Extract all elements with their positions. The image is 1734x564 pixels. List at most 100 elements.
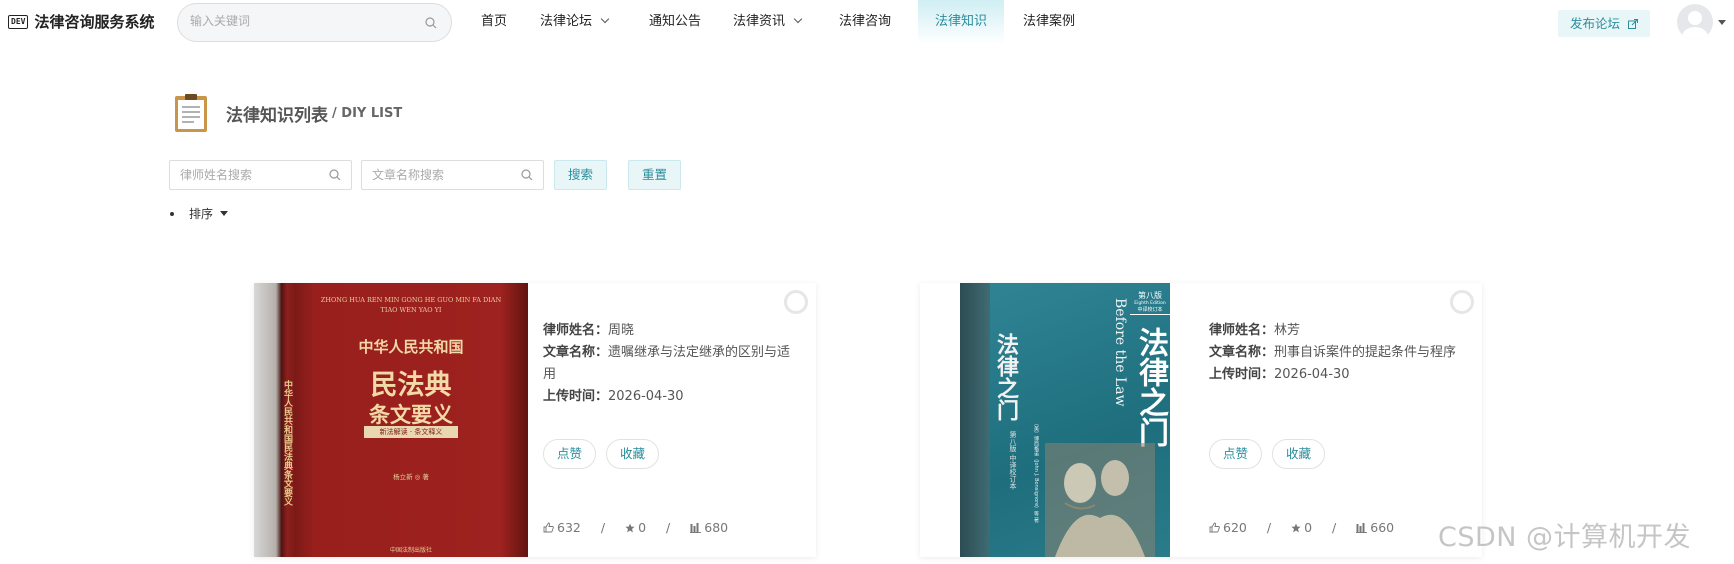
lawyer-name-filter [169,160,352,190]
star-count-value: 0 [638,520,647,535]
search-icon[interactable] [425,17,437,33]
lawyer-name: 周晓 [608,323,635,338]
knowledge-card[interactable]: 中华人民共和国民法典条文要义 ZHONG HUA REN MIN GONG HE… [254,283,816,557]
lawyer-label: 律师姓名： [543,323,609,338]
sort-dropdown[interactable]: 排序 [170,205,229,222]
sort-label: 排序 [189,207,214,221]
cover-author: 杨立新 ◎ 著 [393,473,429,481]
nav-cases-label: 法律案例 [1023,14,1076,29]
like-count-value: 620 [1223,520,1247,535]
cover-series: 中译校订本 [1130,307,1170,315]
cover-english-title: Before the Law [1112,298,1128,407]
thumbs-up-icon [543,522,554,533]
nav-home-label: 首页 [481,14,508,29]
page-title: 法律知识列表 [226,105,328,126]
watermark: CSDN @计算机开发 [1438,522,1692,553]
like-count: 632 [543,520,581,535]
article-name-input[interactable] [372,168,512,182]
nav-notice-label: 通知公告 [649,14,702,29]
lawyer-name: 林芳 [1274,323,1301,338]
lawyer-row: 律师姓名：周晓 [543,320,803,342]
publish-forum-button[interactable]: 发布论坛 [1558,10,1650,37]
view-count-value: 660 [1370,520,1395,535]
caret-down-icon [220,211,229,216]
nav-news[interactable]: 法律资讯 [716,0,818,44]
star-icon [1291,523,1301,532]
lawyer-row: 律师姓名：林芳 [1209,320,1469,342]
cover-title: 法律之门 [1133,327,1168,447]
brand-logo: DEV [8,14,29,29]
upload-row: 上传时间：2026-04-30 [1209,364,1469,386]
collect-button[interactable]: 收藏 [1272,439,1326,469]
nav-forum[interactable]: 法律论坛 [523,0,625,44]
views-icon [1356,522,1368,533]
separator: / [1332,520,1337,535]
lawyer-name-input[interactable] [180,168,320,182]
nav-news-label: 法律资讯 [733,14,786,29]
book-cover[interactable]: 中华人民共和国民法典条文要义 ZHONG HUA REN MIN GONG HE… [254,283,528,557]
cover-tag: 新法解读 · 条文释义 [364,426,458,438]
cover-pinyin: ZHONG HUA REN MIN GONG HE GUO MIN FA DIA… [320,296,502,304]
caret-down-icon[interactable] [1718,20,1726,25]
star-count-value: 0 [1304,520,1313,535]
select-circle[interactable] [784,290,808,314]
search-button[interactable]: 搜索 [554,160,608,190]
cover-image: 法律之门 第八版 中译校订本 第八版 Eighth Edition 中译校订本 … [920,283,1194,557]
search-icon [521,169,533,185]
top-navbar: DEV 法律咨询服务系统 首页 法律论坛 通知公告 法律资讯 法律咨询 法律知识… [0,0,1734,44]
like-count-value: 632 [557,520,581,535]
global-search-input[interactable] [190,14,410,28]
cover-spine-text: 中华人民共和国民法典条文要义 [282,380,292,506]
nav-knowledge-label: 法律知识 [935,14,988,29]
article-label: 文章名称： [1209,345,1275,360]
reset-button[interactable]: 重置 [628,160,682,190]
cover-pinyin: TIAO WEN YAO YI [380,306,442,314]
collect-button[interactable]: 收藏 [606,439,660,469]
separator: / [666,520,671,535]
chevron-down-icon [600,14,610,24]
article-row: 文章名称：遗嘱继承与法定继承的区别与适用 [543,342,803,386]
star-count: 0 [1291,520,1312,535]
nav-forum-label: 法律论坛 [540,14,593,29]
nav-home[interactable]: 首页 [464,0,524,44]
app-name: 法律咨询服务系统 [34,13,155,31]
clipboard-icon [174,93,208,133]
card-info: 律师姓名：周晓 文章名称：遗嘱继承与法定继承的区别与适用 上传时间：2026-0… [543,320,803,408]
separator: / [1266,520,1272,535]
card-stats: 620 / 0 / 660 [1209,520,1394,535]
nav-notice[interactable]: 通知公告 [632,0,718,44]
search-icon [329,169,341,185]
like-count: 620 [1209,520,1247,535]
cover-edition: 第八版 [1138,291,1162,300]
nav-consult[interactable]: 法律咨询 [822,0,908,44]
brand[interactable]: DEV 法律咨询服务系统 [8,11,154,32]
view-count: 660 [1356,520,1394,535]
knowledge-card[interactable]: 法律之门 第八版 中译校订本 第八版 Eighth Edition 中译校订本 … [920,283,1482,557]
like-button[interactable]: 点赞 [1209,439,1263,469]
publish-forum-label: 发布论坛 [1570,16,1621,31]
star-count: 0 [625,520,646,535]
upload-date: 2026-04-30 [608,389,684,404]
nav-consult-label: 法律咨询 [839,14,892,29]
like-button[interactable]: 点赞 [543,439,597,469]
cover-publisher: 中国法制出版社 [389,547,432,554]
upload-row: 上传时间：2026-04-30 [543,386,803,408]
nav-knowledge[interactable]: 法律知识 [918,0,1005,44]
avatar[interactable] [1677,4,1713,40]
lawyer-label: 律师姓名： [1209,323,1275,338]
chevron-down-icon [793,14,803,24]
cover-line: 民法典 [370,370,452,401]
upload-date: 2026-04-30 [1274,367,1350,382]
card-stats: 632 / 0 / 680 [543,520,728,535]
external-link-icon [1628,19,1638,29]
cover-spine-edition: 第八版 中译校订本 [1009,431,1017,490]
article-row: 文章名称：刑事自诉案件的提起条件与程序 [1209,342,1469,364]
cover-spine [960,283,990,557]
book-cover[interactable]: 法律之门 第八版 中译校订本 第八版 Eighth Edition 中译校订本 … [920,283,1194,557]
select-circle[interactable] [1450,290,1474,314]
cover-author: 〔美〕博西格诺（John J. Bonsignore）等 著 [1033,421,1039,523]
star-icon [625,523,635,532]
nav-cases[interactable]: 法律案例 [1006,0,1092,44]
article-name-filter [361,160,544,190]
upload-label: 上传时间： [543,389,609,404]
